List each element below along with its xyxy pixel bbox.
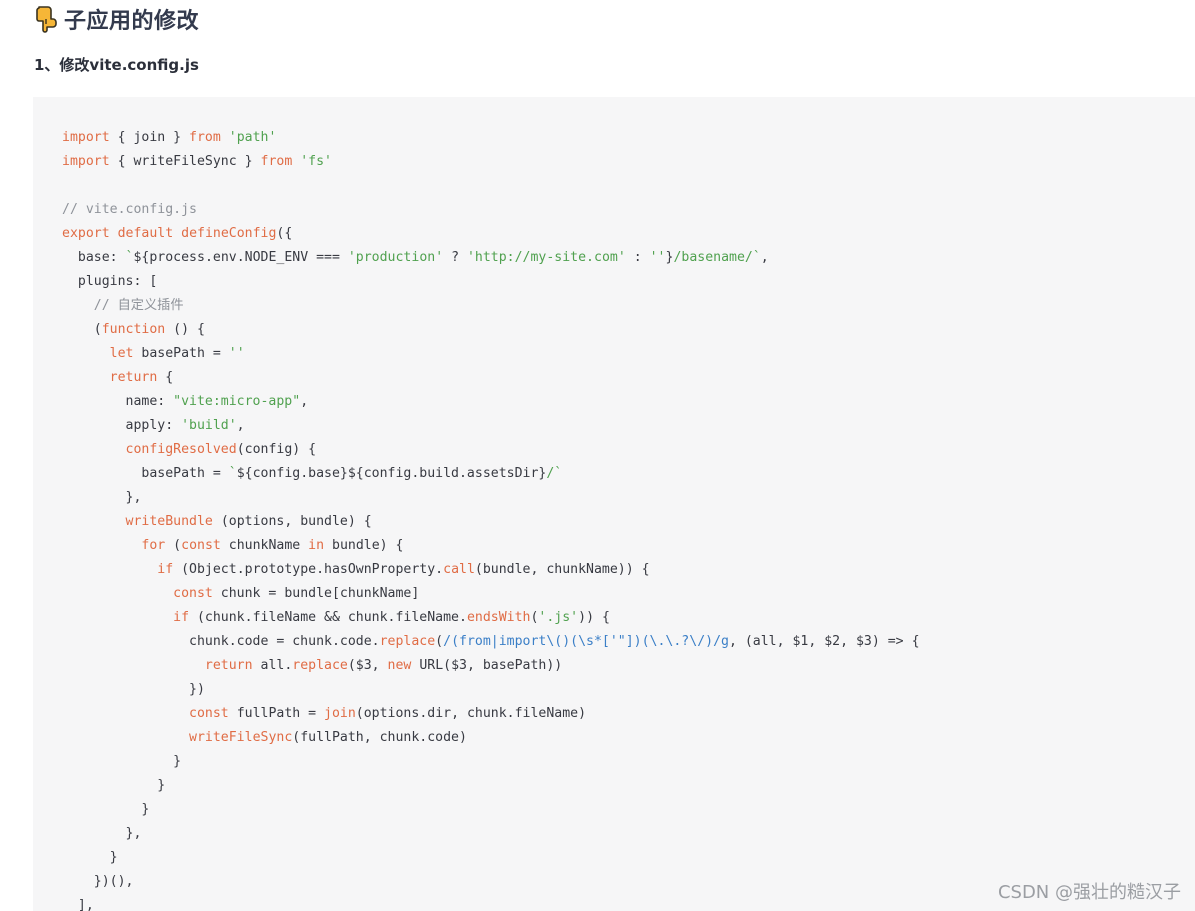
code-block[interactable]: import { join } from 'path' import { wri… bbox=[33, 97, 1195, 911]
page-title: 子应用的修改 bbox=[64, 9, 200, 34]
step-heading: 1、修改vite.config.js bbox=[34, 56, 199, 74]
pointing-down-hand-icon bbox=[36, 6, 57, 33]
code-content: import { join } from 'path' import { wri… bbox=[62, 130, 920, 911]
watermark: CSDN @强壮的糙汉子 bbox=[997, 882, 1181, 903]
section-heading: 子应用的修改 bbox=[34, 2, 199, 36]
